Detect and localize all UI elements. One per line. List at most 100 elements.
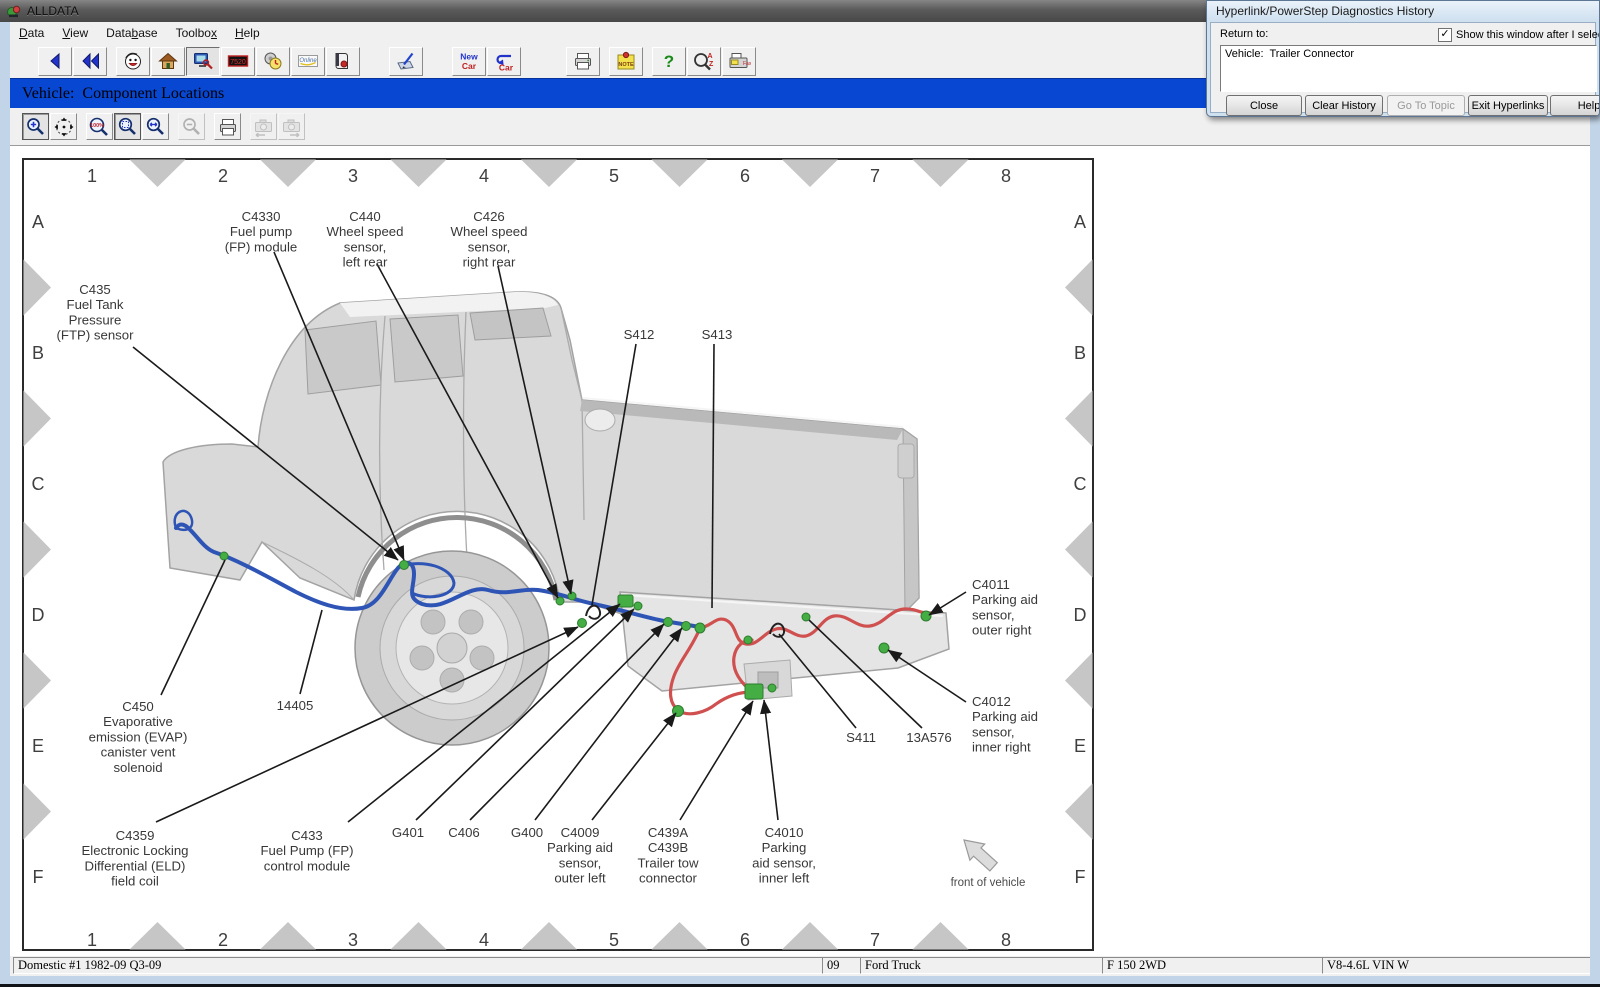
menu-data[interactable]: Data [10,24,53,42]
callout-c4010-line-0: C4010 [765,825,804,840]
callout-c4010-line-2: aid sensor, [752,855,816,870]
svg-text:Fax: Fax [743,61,751,67]
grid-col-top-1: 1 [87,166,97,186]
note-pin-icon: NOTE [615,50,637,72]
new-car-button[interactable]: New Car [452,47,486,76]
help-button[interactable]: ? [652,47,686,76]
callout-c4012-line-2: sensor, [972,724,1015,739]
estimated-time-button[interactable]: 7520 [221,47,255,76]
callout-c4359-line-0: C4359 [116,828,155,843]
svg-text:Car: Car [462,61,477,71]
history-item[interactable]: Vehicle: Trailer Connector [1221,46,1596,62]
callout-s411-line-0: S411 [846,730,876,745]
callout-c426-line-3: right rear [463,255,516,270]
grid-row-left-F: F [33,867,44,887]
diagram-canvas[interactable]: front of vehicle 1122334455667788AABBCCD… [10,146,1590,956]
previous-image-button[interactable] [250,113,277,140]
callout-c440-line-2: sensor, [344,239,387,254]
alldata-guy-button[interactable] [116,47,150,76]
camera-previous-icon [252,116,276,138]
go-to-topic-button[interactable]: Go To Topic [1387,95,1465,116]
svg-text:Car: Car [499,63,514,73]
close-button[interactable]: Close [1226,95,1302,116]
callout-c433-line-0: C433 [291,828,323,843]
window-frame-right [1590,22,1600,976]
library-button[interactable] [326,47,360,76]
callout-c4359-line-1: Electronic Locking [81,843,188,858]
menu-view[interactable]: View [53,24,97,42]
svg-text:100%: 100% [90,123,104,129]
callout-c4009-line-2: sensor, [559,855,602,870]
zoom-window-icon [145,116,167,138]
svg-text:New: New [460,52,478,62]
callout-c4010-line-3: inner left [759,871,810,886]
help-button[interactable]: Help [1550,95,1600,116]
grid-row-right-C: C [1074,474,1087,494]
dialog-title: Hyperlink/PowerStep Diagnostics History [1216,4,1434,18]
component-locations-button[interactable] [186,47,220,76]
callout-c4011-line-1: Parking aid [972,592,1038,607]
exit-hyperlinks-button[interactable]: Exit Hyperlinks [1468,95,1548,116]
grid-row-left-C: C [32,474,45,494]
return-to-car-button[interactable]: Car [487,47,521,76]
grid-col-top-7: 7 [870,166,880,186]
callout-c4012-line-0: C4012 [972,694,1011,709]
pan-arrows-icon [53,116,75,138]
zoom-fit-button[interactable] [114,113,141,140]
grid-row-left-A: A [32,212,44,232]
zoom-window-button[interactable] [142,113,169,140]
back-button[interactable] [38,47,72,76]
svg-text:Z: Z [709,61,714,68]
zoom-100-icon: 100% [88,116,112,138]
menu-database[interactable]: Database [97,24,166,42]
callout-c426-line-1: Wheel speed [451,224,528,239]
zoom-in-button[interactable] [22,113,49,140]
home-button[interactable] [151,47,185,76]
printer-icon [572,50,594,72]
show-window-checkbox[interactable]: ✓ [1438,28,1452,42]
grid-col-bottom-1: 1 [87,930,97,950]
callout-c4009-line-3: outer left [554,871,606,886]
callout-c450-line-3: canister vent [101,745,176,760]
zoom-100-button[interactable]: 100% [86,113,113,140]
search-az-button[interactable]: A Z [687,47,721,76]
callout-c435-line-2: Pressure [69,312,122,327]
grid-col-bottom-7: 7 [870,930,880,950]
zoom-in-icon [25,116,47,138]
dialog-titlebar: Hyperlink/PowerStep Diagnostics History [1207,1,1599,21]
back-history-button[interactable] [73,47,107,76]
callout-c450-line-4: solenoid [113,760,162,775]
front-of-vehicle-label: front of vehicle [951,877,1026,889]
menu-toolbox[interactable]: Toolbox [167,24,226,42]
callout-c435-line-0: C435 [79,282,111,297]
print-image-button[interactable] [214,113,241,140]
search-az-icon: A Z [692,50,716,72]
callout-c440-line-1: Wheel speed [327,224,404,239]
zoom-out-button[interactable] [178,113,205,140]
pan-button[interactable] [50,113,77,140]
callout-c4012-line-3: inner right [972,740,1031,755]
print-button[interactable] [566,47,600,76]
sign-off-button[interactable] [389,47,423,76]
grid-row-right-A: A [1074,212,1086,232]
callout-c4009-line-0: C4009 [561,825,600,840]
callout-c435-line-1: Fuel Tank [67,297,124,312]
grid-col-top-2: 2 [218,166,228,186]
double-back-arrow-icon [79,50,101,72]
grid-col-bottom-4: 4 [479,930,489,950]
grid-col-top-4: 4 [479,166,489,186]
callout-g401-line-0: G401 [392,825,424,840]
fax-button[interactable]: Fax [722,47,756,76]
notes-button[interactable]: NOTE [609,47,643,76]
callout-c4011-line-0: C4011 [972,577,1010,592]
next-image-button[interactable] [278,113,305,140]
clear-history-button[interactable]: Clear History [1305,95,1383,116]
status-field-3: F 150 2WD [1102,957,1329,974]
labor-times-button[interactable] [256,47,290,76]
menu-help[interactable]: Help [226,24,269,42]
callout-s412-line-0: S412 [624,327,655,342]
online-button[interactable]: Online [291,47,325,76]
history-listbox[interactable]: Vehicle: Trailer Connector [1220,45,1597,92]
grid-row-left-B: B [32,343,44,363]
grid-row-left-E: E [32,736,44,756]
